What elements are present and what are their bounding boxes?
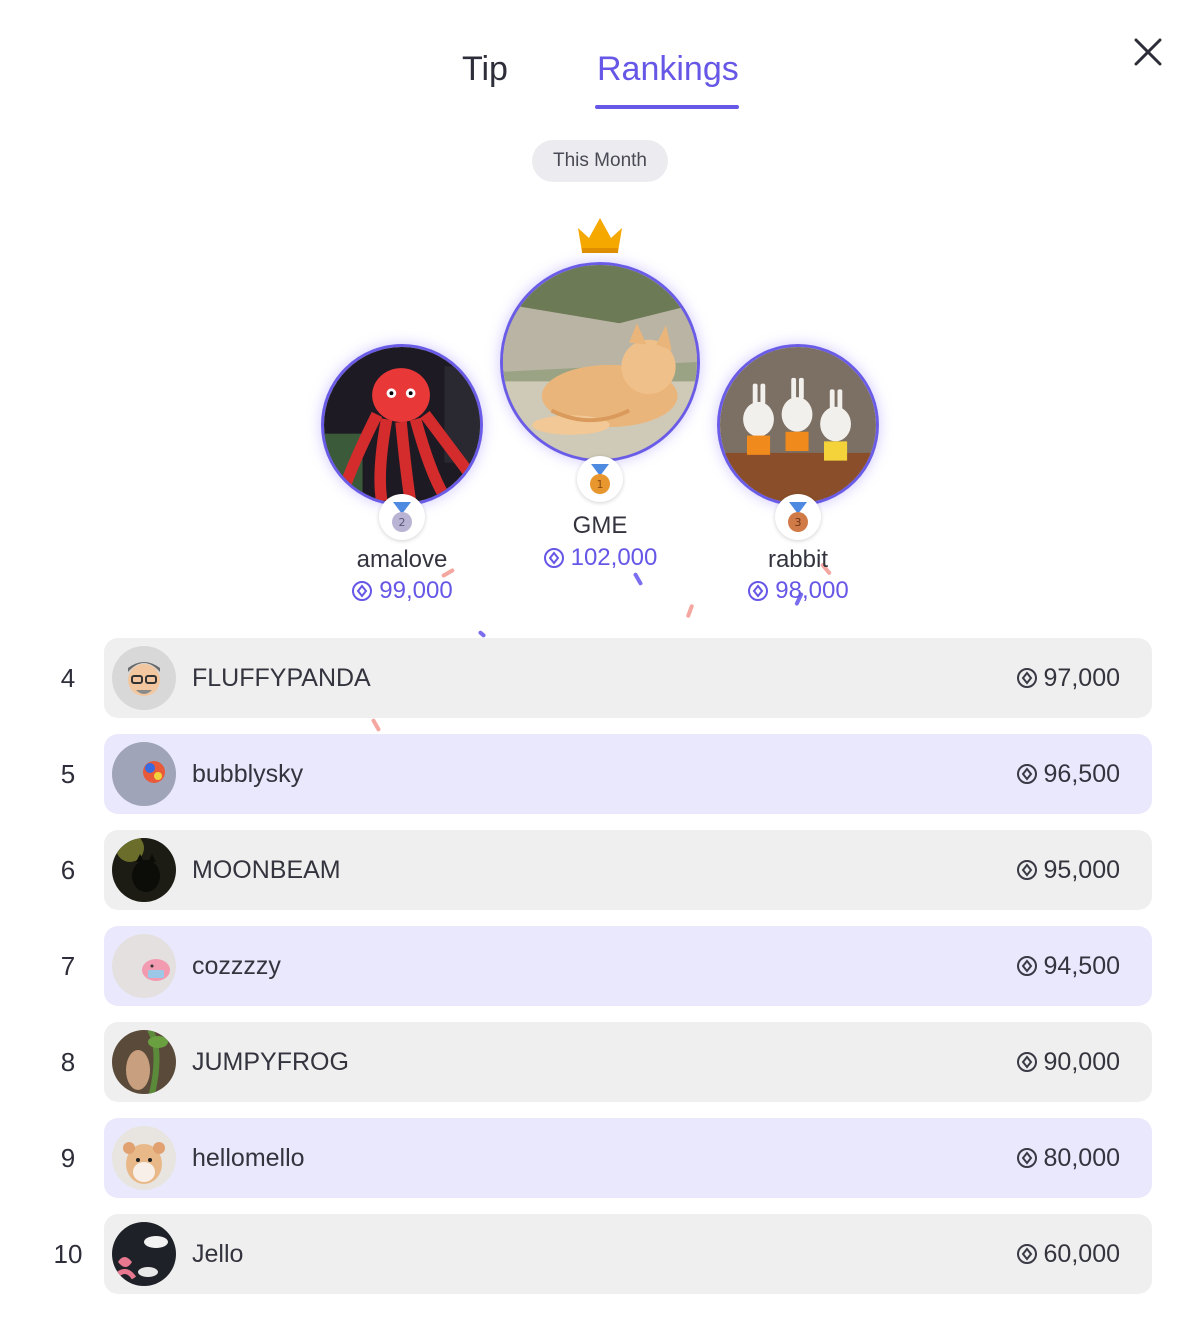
- avatar: [112, 1030, 176, 1094]
- avatar: [112, 646, 176, 710]
- ranking-score: 96,500: [1016, 734, 1120, 814]
- period-selector[interactable]: This Month: [532, 140, 668, 182]
- ranking-score-value: 96,500: [1043, 759, 1120, 788]
- tab-rankings[interactable]: Rankings: [597, 50, 739, 89]
- podium-third-score: 98,000: [688, 577, 908, 605]
- podium-third-name: rabbit: [767, 546, 829, 573]
- ranking-row[interactable]: MOONBEAM 95,000: [104, 830, 1152, 910]
- ranking-name: hellomello: [192, 1144, 305, 1172]
- octopus-lantern-photo: [324, 347, 480, 503]
- avatar: [112, 838, 176, 902]
- ranking-score-value: 97,000: [1043, 663, 1120, 692]
- coin-icon: [1016, 955, 1038, 977]
- rabbit-plush-photo: [720, 347, 876, 503]
- podium-first-score: 102,000: [490, 544, 710, 572]
- coin-icon: [1016, 1243, 1038, 1265]
- ranking-score-value: 60,000: [1043, 1239, 1120, 1268]
- ranking-score: 60,000: [1016, 1214, 1120, 1294]
- ranking-row[interactable]: JUMPYFROG 90,000: [104, 1022, 1152, 1102]
- rank-number: 8: [60, 1047, 76, 1077]
- ranking-name: MOONBEAM: [192, 856, 341, 884]
- tab-bar: Tip Rankings: [0, 44, 1200, 114]
- ranking-name: FLUFFYPANDA: [192, 664, 371, 692]
- ranking-score: 95,000: [1016, 830, 1120, 910]
- avatar: [112, 1126, 176, 1190]
- podium-second-avatar[interactable]: [321, 344, 483, 506]
- podium-second-name: amalove: [356, 546, 448, 573]
- ranking-score: 97,000: [1016, 638, 1120, 718]
- ranking-score-value: 95,000: [1043, 855, 1120, 884]
- ranking-score-value: 90,000: [1043, 1047, 1120, 1076]
- confetti-piece: [370, 717, 382, 733]
- ranking-row[interactable]: hellomello 80,000: [104, 1118, 1152, 1198]
- medal-third-icon: 3: [775, 494, 821, 540]
- avatar: [112, 934, 176, 998]
- ranking-name: Jello: [192, 1240, 244, 1268]
- ranking-row[interactable]: FLUFFYPANDA 97,000: [104, 638, 1152, 718]
- podium-third-avatar[interactable]: [717, 344, 879, 506]
- cat-photo: [503, 265, 697, 459]
- confetti-piece: [632, 571, 644, 587]
- rank-number: 9: [60, 1143, 76, 1173]
- avatar: [112, 742, 176, 806]
- ranking-score: 94,500: [1016, 926, 1120, 1006]
- svg-text:1: 1: [597, 478, 604, 491]
- ranking-score: 80,000: [1016, 1118, 1120, 1198]
- coin-icon: [543, 547, 565, 569]
- podium-second-score: 99,000: [292, 577, 512, 605]
- tab-tip[interactable]: Tip: [462, 50, 508, 89]
- coin-icon: [1016, 1147, 1038, 1169]
- medal-first-icon: 1: [577, 456, 623, 502]
- ranking-name: JUMPYFROG: [192, 1048, 349, 1076]
- coin-icon: [1016, 763, 1038, 785]
- ranking-row[interactable]: Jello 60,000: [104, 1214, 1152, 1294]
- ranking-name: cozzzzy: [192, 952, 281, 980]
- rank-number: 6: [60, 855, 76, 885]
- ranking-row[interactable]: bubblysky 96,500: [104, 734, 1152, 814]
- ranking-score-value: 80,000: [1043, 1143, 1120, 1172]
- rank-number: 5: [60, 759, 76, 789]
- rank-number: 4: [60, 663, 76, 693]
- confetti-piece: [477, 629, 487, 639]
- rank-number: 7: [60, 951, 76, 981]
- podium-first-score-value: 102,000: [570, 544, 658, 571]
- podium-third-score-value: 98,000: [775, 577, 849, 604]
- ranking-score: 90,000: [1016, 1022, 1120, 1102]
- medal-second-icon: 2: [379, 494, 425, 540]
- podium-first-avatar[interactable]: [500, 262, 700, 462]
- confetti-piece: [685, 603, 695, 619]
- active-tab-indicator: [595, 105, 739, 109]
- coin-icon: [351, 580, 373, 602]
- coin-icon: [747, 580, 769, 602]
- svg-text:2: 2: [399, 516, 406, 529]
- ranking-score-value: 94,500: [1043, 951, 1120, 980]
- svg-text:3: 3: [795, 516, 802, 529]
- coin-icon: [1016, 667, 1038, 689]
- ranking-row[interactable]: cozzzzy 94,500: [104, 926, 1152, 1006]
- podium-second-score-value: 99,000: [379, 577, 453, 604]
- crown-icon: [574, 214, 626, 256]
- coin-icon: [1016, 1051, 1038, 1073]
- ranking-name: bubblysky: [192, 760, 304, 788]
- coin-icon: [1016, 859, 1038, 881]
- avatar: [112, 1222, 176, 1286]
- podium-first-name: GME: [572, 512, 628, 539]
- rank-number: 10: [53, 1239, 83, 1269]
